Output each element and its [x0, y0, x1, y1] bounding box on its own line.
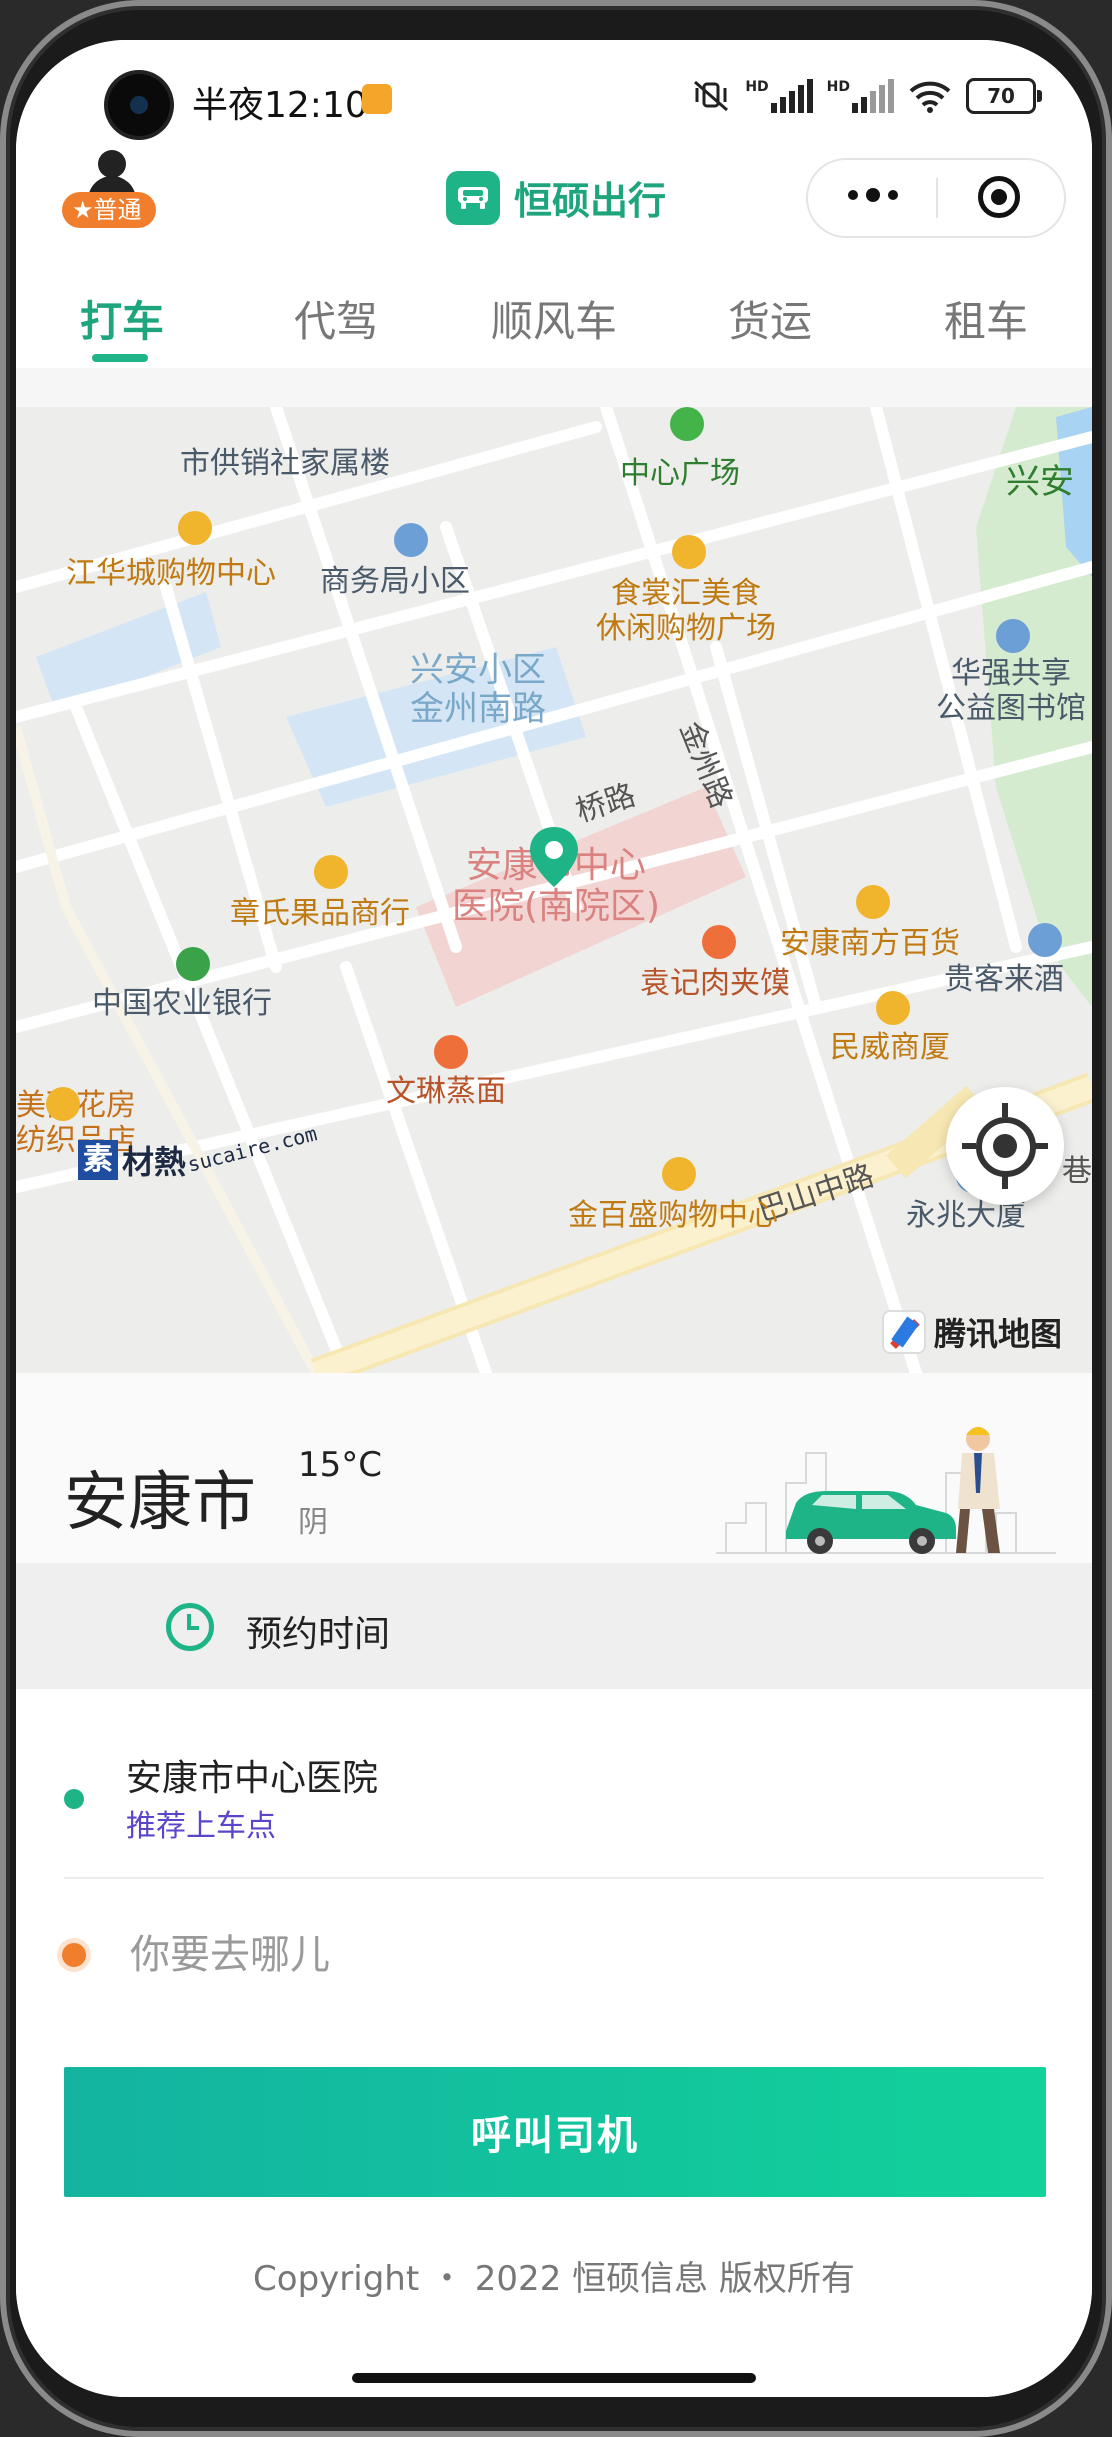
poi-label: 华强共享 公益图书馆	[936, 656, 1086, 726]
signal-icon-2	[852, 79, 894, 113]
location-pin-icon	[526, 825, 582, 889]
poi-label: 安康南方百货	[780, 926, 960, 961]
target-icon[interactable]	[978, 176, 1020, 218]
front-camera	[108, 74, 170, 136]
poi-label: 兴安	[1006, 462, 1074, 502]
restaurant-icon	[702, 925, 736, 959]
shopping-icon	[662, 1157, 696, 1191]
poi-label: 贵客来酒	[944, 962, 1064, 997]
watermark-seal: 素	[78, 1140, 118, 1180]
map-provider-logo: 腾讯地图	[882, 1309, 1062, 1355]
locate-icon-core	[993, 1134, 1017, 1158]
tab-freight[interactable]: 货运	[728, 288, 812, 349]
booking-panel: 安康市 15°C 阴 预约时间 安康市中心医院 推荐上车点 你要去哪儿 呼叫司机…	[16, 1373, 1092, 2397]
tab-carpool[interactable]: 顺风车	[491, 288, 617, 349]
recommended-pickup-label[interactable]: 推荐上车点	[126, 1801, 276, 1845]
hd-label-1: HD	[745, 79, 769, 95]
capsule-menu	[806, 158, 1066, 238]
poi-label: 中国农业银行	[92, 986, 272, 1021]
locate-button[interactable]	[946, 1087, 1064, 1205]
poi-label: 兴安小区 金州南路	[410, 650, 546, 730]
shopping-icon	[672, 535, 706, 569]
status-bar: 半夜12:10 HD HD 70	[16, 40, 1092, 150]
poi-label: 袁记肉夹馍	[640, 966, 790, 1001]
tab-designated-driver[interactable]: 代驾	[294, 288, 378, 349]
app-brand: 恒硕出行	[446, 170, 666, 225]
shopping-icon	[876, 991, 910, 1025]
shopping-icon	[856, 885, 890, 919]
tab-car-rental[interactable]: 租车	[944, 288, 1028, 349]
locate-tick	[1034, 1143, 1048, 1149]
reserve-time-row[interactable]: 预约时间	[16, 1563, 1092, 1689]
poi-label: 民威商厦	[830, 1030, 950, 1065]
map-view[interactable]: 市供销社家属楼 中心广场 兴安 江华城购物中心 商务局小区 食裳汇美食 休闲购物…	[16, 407, 1092, 1373]
device-frame: 半夜12:10 HD HD 70 ★普通 恒硕出行 打车 代驾 顺风车 货运 租…	[0, 0, 1112, 2437]
watermark-text: 材熱	[122, 1143, 187, 1181]
mute-vibrate-icon	[694, 80, 729, 112]
shopping-icon	[314, 855, 348, 889]
avatar-head	[98, 150, 126, 178]
poi-label: 食裳汇美食 休闲购物广场	[596, 576, 776, 646]
poi-label: 文琳蒸面	[386, 1074, 506, 1109]
pickup-row[interactable]: 安康市中心医院 推荐上车点	[16, 1689, 1092, 1879]
poi-label: 中心广场	[620, 456, 740, 491]
signal-icon	[770, 79, 813, 113]
car-driver-illustration	[716, 1427, 1056, 1554]
car-logo-icon	[446, 170, 500, 225]
library-icon	[996, 619, 1030, 653]
battery-icon: 70	[966, 78, 1042, 114]
status-icons: HD HD 70	[691, 78, 1042, 114]
reserve-time-label: 预约时间	[246, 1614, 391, 1655]
locate-tick	[1002, 1175, 1008, 1189]
active-tab-indicator	[92, 354, 148, 362]
mini-program-header: ★普通 恒硕出行	[16, 150, 1092, 260]
pickup-location: 安康市中心医院	[126, 1758, 379, 1799]
wifi-icon	[909, 81, 951, 113]
destination-row	[16, 1879, 1092, 2029]
home-indicator[interactable]	[352, 2373, 756, 2383]
more-dots-icon[interactable]	[848, 188, 898, 202]
poi-label: 江华城购物中心	[66, 556, 276, 591]
capsule-divider	[936, 178, 938, 218]
poi-label: 市供销社家属楼	[180, 446, 390, 481]
screen: 半夜12:10 HD HD 70 ★普通 恒硕出行 打车 代驾 顺风车 货运 租…	[16, 40, 1092, 2397]
weather-bar: 安康市 15°C 阴	[16, 1373, 1092, 1563]
shopping-icon	[46, 1087, 80, 1121]
user-level-badge[interactable]: ★普通	[62, 192, 156, 228]
call-driver-button[interactable]: 呼叫司机	[64, 2067, 1046, 2197]
shopping-icon	[178, 511, 212, 545]
destination-input[interactable]	[128, 1919, 1012, 1991]
restaurant-icon	[434, 1035, 468, 1069]
poi-label: 金百盛购物中心	[568, 1198, 778, 1233]
notification-icon	[362, 84, 392, 114]
weather-condition: 阴	[298, 1505, 328, 1540]
service-tabs: 打车 代驾 顺风车 货运 租车	[16, 260, 1092, 368]
poi-label: 章氏果品商行	[230, 896, 410, 931]
locate-tick	[962, 1143, 976, 1149]
road-label: 巷	[1062, 1154, 1092, 1189]
temperature: 15°C	[298, 1445, 383, 1485]
hd-label-2: HD	[826, 79, 850, 95]
status-time: 半夜12:10	[192, 85, 368, 126]
building-icon	[394, 523, 428, 557]
clock-icon	[166, 1603, 214, 1651]
destination-dot-icon	[62, 1943, 86, 1967]
bank-icon	[176, 947, 210, 981]
map-provider-name: 腾讯地图	[934, 1315, 1063, 1353]
app-name: 恒硕出行	[514, 179, 667, 223]
poi-label: 商务局小区	[320, 564, 470, 599]
locate-tick	[1002, 1103, 1008, 1117]
tab-taxi[interactable]: 打车	[80, 288, 164, 349]
hotel-icon	[1028, 923, 1062, 957]
city-name: 安康市	[64, 1466, 256, 1540]
watermark: 素 材熱	[78, 1137, 186, 1183]
park-icon	[670, 407, 704, 441]
tencent-map-icon	[882, 1310, 926, 1354]
pickup-dot-icon	[64, 1789, 84, 1809]
copyright-text: Copyright ・ 2022 恒硕信息 版权所有	[253, 2259, 855, 2299]
